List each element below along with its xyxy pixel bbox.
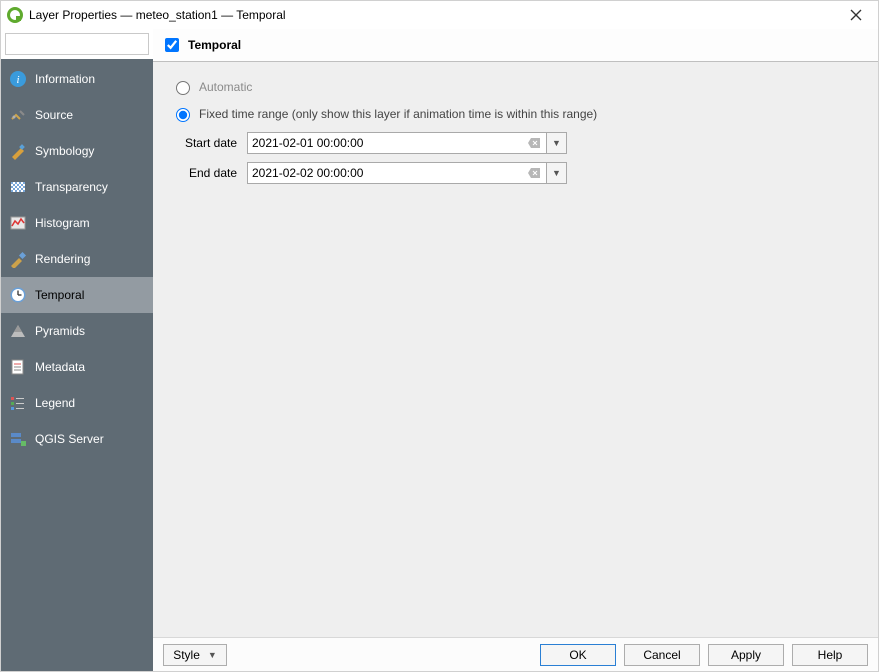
dialog-footer: Style ▼ OK Cancel Apply Help [153,637,878,671]
rendering-icon [9,250,27,268]
help-button-label: Help [818,648,843,662]
style-button-label: Style [173,648,200,662]
sidebar-search-input[interactable] [10,36,169,52]
sidebar-column: i Information Source Symbology Transpare… [1,29,153,671]
mode-fixed-row[interactable]: Fixed time range (only show this layer i… [171,105,860,122]
sidebar-search[interactable] [5,33,149,55]
temporal-enable-checkbox[interactable] [165,38,179,52]
mode-automatic-label: Automatic [199,80,252,94]
histogram-icon [9,214,27,232]
chevron-down-icon: ▼ [552,138,561,148]
metadata-icon [9,358,27,376]
help-button[interactable]: Help [792,644,868,666]
symbology-icon [9,142,27,160]
apply-button-label: Apply [731,648,761,662]
end-date-input-wrap [247,162,547,184]
sidebar-item-label: Information [35,72,95,86]
information-icon: i [9,70,27,88]
layer-properties-window: Layer Properties — meteo_station1 — Temp… [0,0,879,672]
sidebar-item-label: Histogram [35,216,90,230]
sidebar-item-histogram[interactable]: Histogram [1,205,153,241]
sidebar-item-label: Source [35,108,73,122]
mode-fixed-radio[interactable] [176,108,190,122]
end-date-field: ▼ [247,162,567,184]
chevron-down-icon: ▼ [208,650,217,660]
sidebar-item-label: Symbology [35,144,94,158]
apply-button[interactable]: Apply [708,644,784,666]
end-date-dropdown-button[interactable]: ▼ [547,162,567,184]
sidebar-item-information[interactable]: i Information [1,61,153,97]
temporal-icon [9,286,27,304]
mode-automatic-row[interactable]: Automatic [171,78,860,95]
clear-icon [528,168,540,178]
legend-icon [9,394,27,412]
window-body: i Information Source Symbology Transpare… [1,29,878,671]
pyramids-icon [9,322,27,340]
sidebar-item-rendering[interactable]: Rendering [1,241,153,277]
sidebar-item-pyramids[interactable]: Pyramids [1,313,153,349]
svg-text:i: i [16,74,19,86]
chevron-down-icon: ▼ [552,168,561,178]
start-date-label: Start date [173,136,241,150]
main-panel: Temporal Automatic Fixed time range (onl… [153,29,878,671]
style-menu-button[interactable]: Style ▼ [163,644,227,666]
sidebar-item-temporal[interactable]: Temporal [1,277,153,313]
ok-button[interactable]: OK [540,644,616,666]
start-date-input[interactable] [252,136,526,150]
sidebar-item-label: Rendering [35,252,90,266]
end-date-input[interactable] [252,166,526,180]
end-date-label: End date [173,166,241,180]
mode-fixed-label: Fixed time range (only show this layer i… [199,107,597,121]
mode-automatic-radio[interactable] [176,81,190,95]
start-date-field: ▼ [247,132,567,154]
sidebar-item-legend[interactable]: Legend [1,385,153,421]
sidebar-item-label: QGIS Server [35,432,104,446]
panel-body: Automatic Fixed time range (only show th… [153,62,878,637]
panel-heading: Temporal [188,38,241,52]
panel-header: Temporal [153,29,878,62]
sidebar-item-label: Legend [35,396,75,410]
date-form: Start date ▼ End date [173,132,860,184]
sidebar-item-transparency[interactable]: Transparency [1,169,153,205]
start-date-input-wrap [247,132,547,154]
close-button[interactable] [840,3,872,27]
sidebar-item-source[interactable]: Source [1,97,153,133]
titlebar: Layer Properties — meteo_station1 — Temp… [1,1,878,29]
cancel-button-label: Cancel [643,648,680,662]
close-icon [850,9,862,21]
sidebar-list: i Information Source Symbology Transpare… [1,59,153,671]
end-date-clear-button[interactable] [526,168,542,178]
sidebar-item-label: Temporal [35,288,84,302]
sidebar-item-label: Metadata [35,360,85,374]
start-date-dropdown-button[interactable]: ▼ [547,132,567,154]
sidebar-item-metadata[interactable]: Metadata [1,349,153,385]
sidebar-item-symbology[interactable]: Symbology [1,133,153,169]
sidebar-item-label: Transparency [35,180,108,194]
clear-icon [528,138,540,148]
window-title: Layer Properties — meteo_station1 — Temp… [29,8,840,22]
cancel-button[interactable]: Cancel [624,644,700,666]
sidebar-item-qgisserver[interactable]: QGIS Server [1,421,153,457]
source-icon [9,106,27,124]
ok-button-label: OK [569,648,586,662]
qgis-icon [7,7,23,23]
server-icon [9,430,27,448]
start-date-clear-button[interactable] [526,138,542,148]
transparency-icon [9,178,27,196]
sidebar-item-label: Pyramids [35,324,85,338]
